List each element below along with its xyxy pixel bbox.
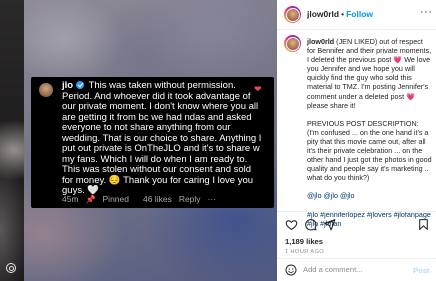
add-comment-input[interactable] <box>303 265 403 274</box>
avatar-image <box>285 36 300 51</box>
comment-avatar <box>39 83 53 97</box>
header-avatar[interactable] <box>284 6 301 23</box>
follow-button[interactable]: Follow <box>346 9 373 19</box>
header-username[interactable]: jlow0rld <box>307 9 339 19</box>
action-bar <box>285 218 430 232</box>
comment-more: ··· <box>207 194 217 204</box>
caption-avatar[interactable] <box>284 35 301 52</box>
caption-mentions[interactable]: @jlo @jlo @jlo <box>307 191 433 200</box>
post-timestamp: 1 HOUR AGO <box>285 249 325 255</box>
comment-likes: 46 likes <box>142 194 172 204</box>
comment-reply: Reply <box>178 194 201 204</box>
backdrop-shade <box>0 0 24 281</box>
verified-badge-icon <box>76 81 85 89</box>
divider <box>277 211 436 212</box>
emoji-icon[interactable] <box>285 264 297 276</box>
comment-icon[interactable] <box>304 218 317 231</box>
bookmark-icon[interactable] <box>417 218 430 231</box>
heart-filled-icon: ❤ <box>254 84 262 94</box>
header-separator: • <box>341 9 345 19</box>
likes-count[interactable]: 1,189 likes <box>285 237 323 246</box>
heart-icon[interactable] <box>285 218 298 231</box>
comment-username: jlo <box>62 80 74 91</box>
comment-pinned: 📌 Pinned <box>86 194 136 204</box>
post-details-panel: jlow0rld • Follow ··· jlow0rld (JEN LIKED)… <box>277 0 436 281</box>
caption-text: (JEN LIKED) out of respect for Bennifer … <box>307 37 432 110</box>
post-image: jlo This was taken without permission. P… <box>24 0 277 281</box>
post-header: jlow0rld • Follow ··· <box>277 0 436 30</box>
screenshot-comment: jlo This was taken without permission. P… <box>31 77 274 208</box>
caption-username[interactable]: jlow0rld <box>307 37 334 46</box>
header-user-line: jlow0rld • Follow <box>307 9 373 19</box>
caption-paragraph: jlow0rld (JEN LIKED) out of respect for … <box>307 37 433 110</box>
instagram-icon[interactable] <box>6 263 16 273</box>
share-icon[interactable] <box>323 218 336 231</box>
post-modal: jlo This was taken without permission. P… <box>24 0 436 281</box>
more-options-icon[interactable]: ··· <box>420 6 433 18</box>
caption-heading: PREVIOUS POST DESCRIPTION: <box>307 118 419 128</box>
post-button[interactable]: Post <box>413 266 429 275</box>
pin-icon: 📌 <box>85 195 96 204</box>
comment-meta: 45m 📌 Pinned 46 likes Reply ··· <box>62 194 267 205</box>
comment-text: This was taken without permission. Perio… <box>62 80 262 196</box>
comment-time: 45m <box>62 194 79 204</box>
add-comment-bar: Post <box>277 258 436 281</box>
avatar-image <box>285 7 300 22</box>
comment-body: jlo This was taken without permission. P… <box>62 80 263 197</box>
post-caption: jlow0rld (JEN LIKED) out of respect for … <box>307 37 433 228</box>
comment-pinned-label: Pinned <box>102 194 129 204</box>
caption-text: (I'm confused ... on the one hand it's a… <box>307 127 432 183</box>
